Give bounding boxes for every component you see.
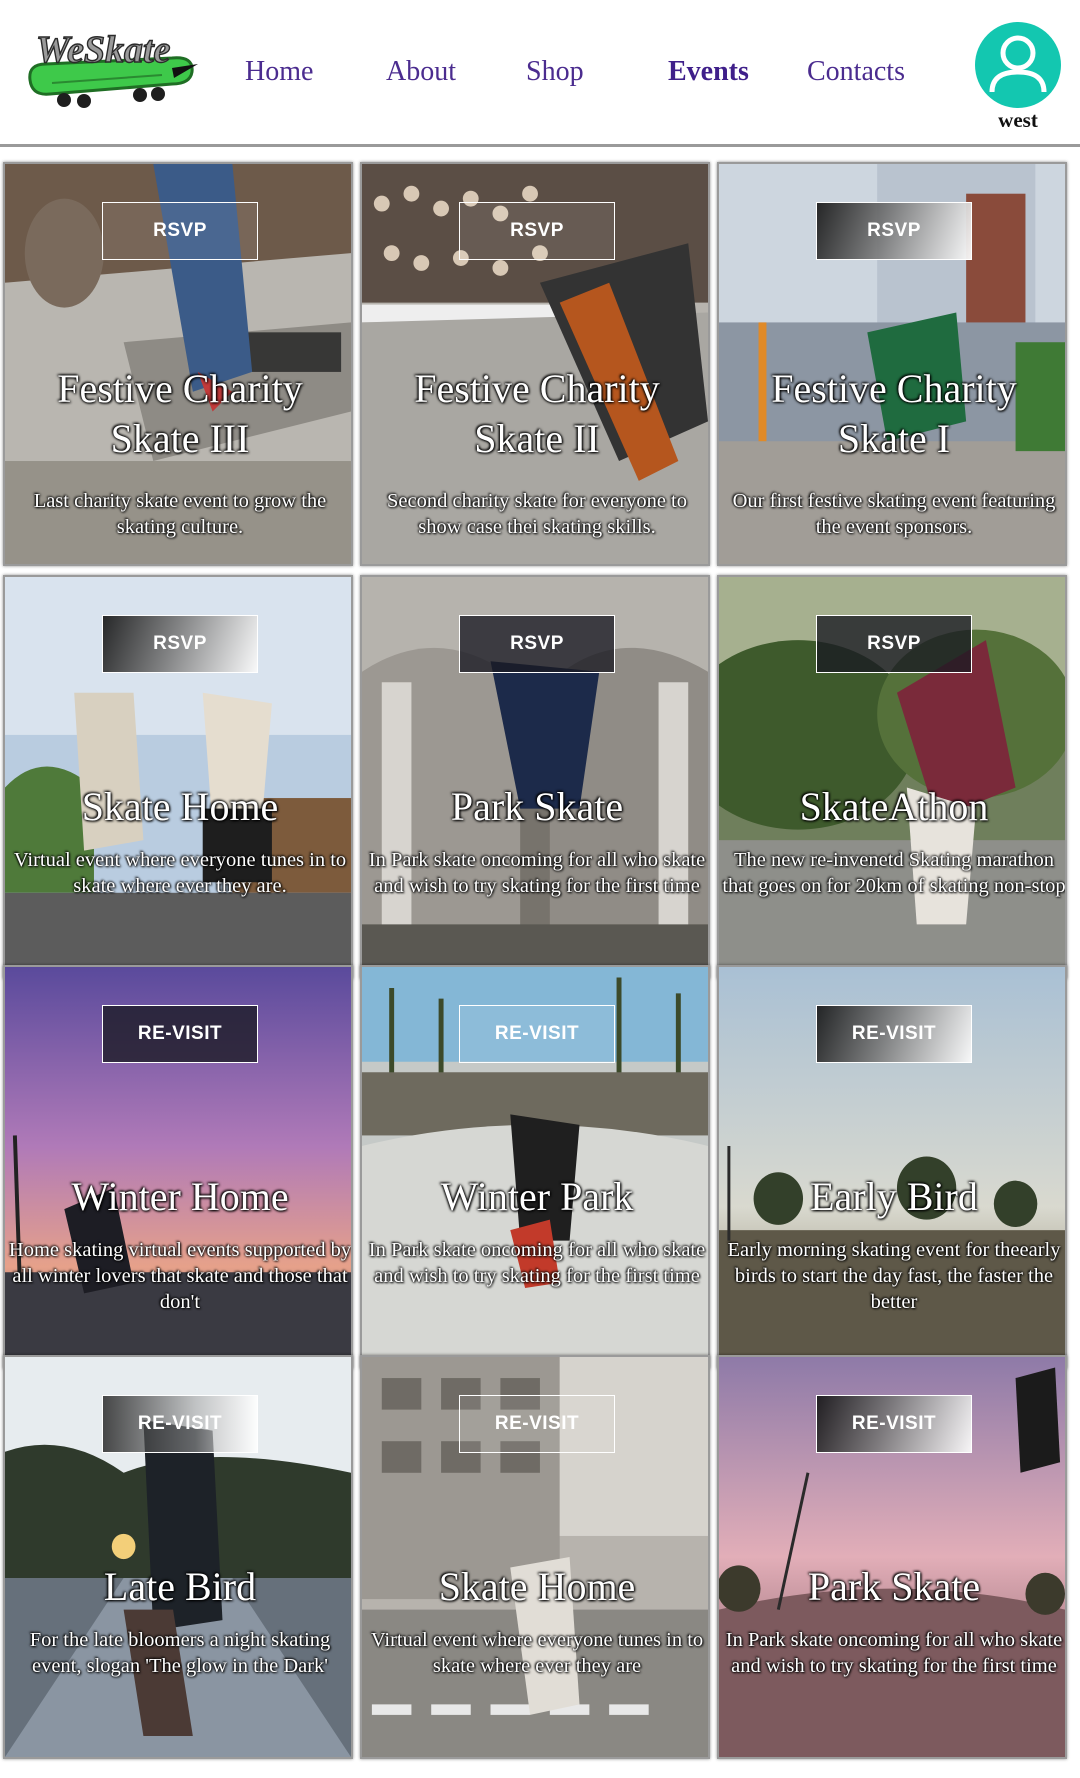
event-description: Early morning skating event for theearly… [727, 1239, 1061, 1313]
revisit-button[interactable]: RE-VISIT [459, 1005, 615, 1063]
event-title: Park Skate [807, 1564, 981, 1609]
event-description: Virtual event where everyone tunes in to… [13, 849, 347, 897]
logo-text: WeSkate [36, 29, 171, 71]
revisit-button[interactable]: RE-VISIT [102, 1005, 258, 1063]
weskate-logo[interactable]: WeSkate [22, 28, 202, 118]
rsvp-button[interactable]: RSVP [459, 202, 615, 260]
event-card[interactable]: RE-VISIT Winter Home Home skating virtua… [3, 965, 353, 1369]
revisit-button[interactable]: RE-VISIT [816, 1395, 972, 1453]
nav-contacts[interactable]: Contacts [807, 56, 905, 92]
event-description: Last charity skate event to grow the ska… [33, 490, 327, 538]
nav-shop[interactable]: Shop [526, 56, 584, 92]
event-card[interactable]: RSVP SkateAthon The new re-invenetd Skat… [717, 575, 1067, 979]
event-title: Festive Charity Skate III [57, 366, 303, 461]
event-card[interactable]: RSVP Festive Charity Skate III Last char… [3, 162, 353, 566]
event-title: SkateAthon [799, 784, 989, 829]
event-title: Winter Home [71, 1174, 289, 1219]
event-card[interactable]: RSVP Skate Home Virtual event where ever… [3, 575, 353, 979]
event-title: Early Bird [810, 1174, 978, 1219]
event-title: Skate Home [438, 1564, 636, 1609]
event-description: In Park skate oncoming for all who skate… [725, 1629, 1063, 1677]
username-label: west [998, 108, 1038, 132]
rsvp-button[interactable]: RSVP [816, 202, 972, 260]
event-card[interactable]: RE-VISIT Park Skate In Park skate oncomi… [717, 1355, 1067, 1759]
event-description: The new re-invenetd Skating marathon tha… [722, 849, 1066, 897]
event-title: Late Bird [103, 1564, 257, 1609]
nav-about[interactable]: About [386, 56, 456, 92]
nav-events[interactable]: Events [668, 56, 749, 92]
event-card[interactable]: RSVP Festive Charity Skate I Our first f… [717, 162, 1067, 566]
event-description: In Park skate oncoming for all who skate… [368, 849, 706, 897]
rsvp-button[interactable]: RSVP [102, 202, 258, 260]
user-avatar[interactable] [975, 22, 1061, 108]
event-description: In Park skate oncoming for all who skate… [368, 1239, 706, 1287]
event-description: Virtual event where everyone tunes in to… [370, 1629, 704, 1677]
revisit-button[interactable]: RE-VISIT [459, 1395, 615, 1453]
event-description: For the late bloomers a night skating ev… [29, 1629, 331, 1677]
revisit-button[interactable]: RE-VISIT [102, 1395, 258, 1453]
header-divider [0, 144, 1080, 147]
site-header: WeSkate Home About Shop Events Contacts … [0, 0, 1080, 148]
event-card[interactable]: RE-VISIT Skate Home Virtual event where … [360, 1355, 710, 1759]
event-description: Home skating virtual events supported by… [8, 1239, 352, 1313]
event-title: Festive Charity Skate II [414, 366, 660, 461]
event-title: Festive Charity Skate I [771, 366, 1017, 461]
revisit-button[interactable]: RE-VISIT [816, 1005, 972, 1063]
event-card[interactable]: RE-VISIT Winter Park In Park skate oncom… [360, 965, 710, 1369]
event-description: Second charity skate for everyone to sho… [387, 490, 687, 538]
event-title: Park Skate [450, 784, 624, 829]
event-title: Skate Home [81, 784, 279, 829]
event-card[interactable]: RSVP Park Skate In Park skate oncoming f… [360, 575, 710, 979]
rsvp-button[interactable]: RSVP [816, 615, 972, 673]
event-title: Winter Park [440, 1174, 634, 1219]
rsvp-button[interactable]: RSVP [102, 615, 258, 673]
rsvp-button[interactable]: RSVP [459, 615, 615, 673]
event-card[interactable]: RE-VISIT Early Bird Early morning skatin… [717, 965, 1067, 1369]
nav-home[interactable]: Home [245, 56, 313, 92]
user-icon [989, 35, 1047, 93]
event-card[interactable]: RSVP Festive Charity Skate II Second cha… [360, 162, 710, 566]
event-card[interactable]: RE-VISIT Late Bird For the late bloomers… [3, 1355, 353, 1759]
event-description: Our first festive skating event featurin… [732, 490, 1056, 538]
